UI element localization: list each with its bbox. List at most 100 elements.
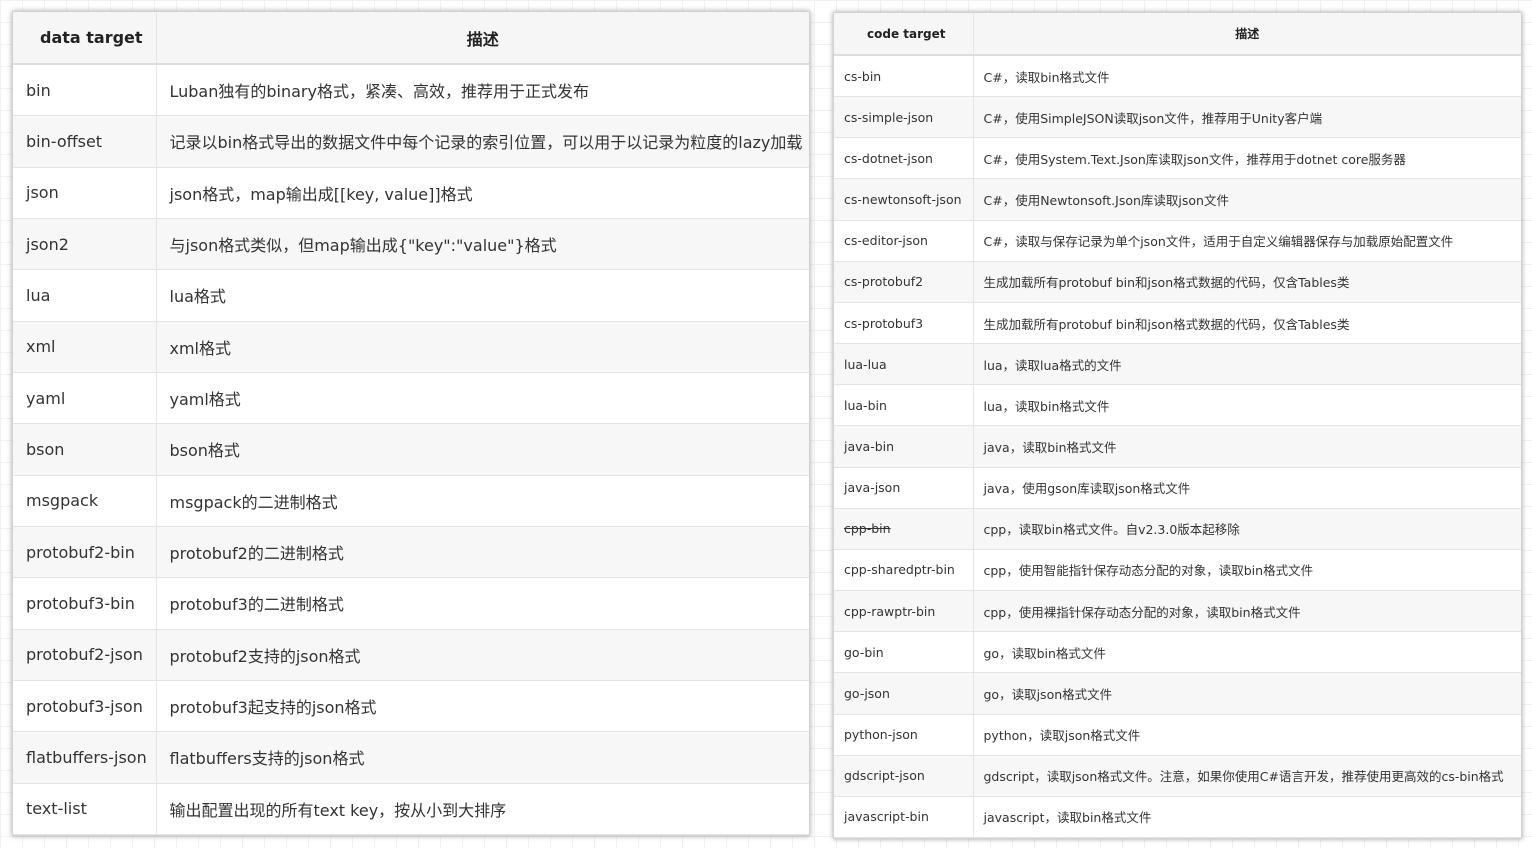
table-row: lua-lua lua，读取lua格式的文件 (834, 343, 1521, 386)
target-name-cell: msgpack (13, 475, 157, 527)
table-row: protobuf2-json protobuf2支持的json格式 (13, 629, 809, 681)
target-desc-cell: 生成加载所有protobuf bin和json格式数据的代码，仅含Tables类 (973, 302, 1521, 345)
target-name-cell: cs-editor-json (834, 220, 974, 262)
target-name-cell: flatbuffers-json (13, 731, 157, 784)
target-desc-cell: gdscript，读取json格式文件。注意，如果你使用C#语言开发，推荐使用更… (973, 755, 1521, 797)
target-name-cell: json2 (13, 218, 157, 271)
target-name-cell: cs-protobuf2 (834, 261, 974, 303)
table-row: msgpack msgpack的二进制格式 (13, 475, 809, 527)
table-row: lua-bin lua，读取bin格式文件 (834, 384, 1521, 427)
target-name-cell: go-bin (834, 631, 974, 674)
table-row: cs-bin C#，读取bin格式文件 (834, 55, 1521, 98)
target-name-cell: java-bin (834, 425, 974, 468)
target-desc-cell: 记录以bin格式导出的数据文件中每个记录的索引位置，可以用于以记录为粒度的laz… (156, 115, 809, 168)
code-target-table: code target 描述 cs-bin C#，读取bin格式文件 cs-simp… (834, 13, 1521, 838)
target-desc-cell: C#，读取bin格式文件 (973, 55, 1521, 98)
table-row: cpp-sharedptr-bin cpp，使用智能指针保存动态分配的对象，读取b… (834, 549, 1521, 592)
target-name-cell: yaml (13, 372, 157, 425)
table-row: json json格式，map输出成[[key, value]]格式 (13, 167, 809, 219)
target-name-cell: xml (13, 321, 157, 373)
target-desc-cell: java，读取bin格式文件 (973, 425, 1521, 468)
target-desc-cell: 与json格式类似，但map输出成{"key":"value"}格式 (156, 218, 809, 271)
column-header-desc: 描述 (973, 13, 1521, 56)
target-desc-cell: C#，使用SimpleJSON读取json文件，推荐用于Unity客户端 (973, 96, 1521, 139)
column-header-desc: 描述 (156, 12, 809, 65)
target-name-cell: bson (13, 423, 157, 476)
target-desc-cell: msgpack的二进制格式 (156, 475, 809, 527)
target-name-cell: lua-bin (834, 384, 974, 427)
target-name-cell: cpp-bin (834, 508, 974, 550)
table-row: cs-protobuf2 生成加载所有protobuf bin和json格式数据的… (834, 261, 1521, 303)
table-row: cs-newtonsoft-json C#，使用Newtonsoft.Json库读… (834, 178, 1521, 221)
table-row: cpp-bin cpp，读取bin格式文件。自v2.3.0版本起移除 (834, 508, 1521, 550)
table-row: flatbuffers-json flatbuffers支持的json格式 (13, 731, 809, 784)
target-name-cell: javascript-bin (834, 796, 974, 838)
table-row: cs-dotnet-json C#，使用System.Text.Json库读取js… (834, 137, 1521, 180)
table-row: protobuf2-bin protobuf2的二进制格式 (13, 526, 809, 579)
target-desc-cell: yaml格式 (156, 372, 809, 425)
table-row: protobuf3-json protobuf3起支持的json格式 (13, 680, 809, 733)
target-desc-cell: xml格式 (156, 321, 809, 373)
table-row: bin Luban独有的binary格式，紧凑、高效，推荐用于正式发布 (13, 64, 809, 117)
table-row: json2 与json格式类似，但map输出成{"key":"value"}格式 (13, 218, 809, 271)
target-desc-cell: cpp，读取bin格式文件。自v2.3.0版本起移除 (973, 508, 1521, 550)
table-row: bson bson格式 (13, 423, 809, 476)
target-name-cell: java-json (834, 467, 974, 509)
table-header-row: data target 描述 (13, 12, 809, 65)
table-row: xml xml格式 (13, 321, 809, 373)
target-desc-cell: cpp，使用裸指针保存动态分配的对象，读取bin格式文件 (973, 590, 1521, 633)
target-name-cell: python-json (834, 714, 974, 756)
target-desc-cell: 输出配置出现的所有text key，按从小到大排序 (156, 783, 809, 835)
table-row: text-list 输出配置出现的所有text key，按从小到大排序 (13, 783, 809, 835)
target-name-cell: gdscript-json (834, 755, 974, 797)
target-name-cell: cpp-sharedptr-bin (834, 549, 974, 592)
target-name-cell: text-list (13, 783, 157, 835)
column-header-name: data target (13, 12, 157, 65)
target-name-cell: protobuf3-json (13, 680, 157, 733)
table-header-row: code target 描述 (834, 13, 1521, 56)
target-desc-cell: go，读取json格式文件 (973, 672, 1521, 715)
data-target-panel: data target 描述 bin Luban独有的binary格式，紧凑、高效… (12, 11, 810, 836)
table-row: yaml yaml格式 (13, 372, 809, 425)
table-row: java-bin java，读取bin格式文件 (834, 425, 1521, 468)
target-desc-cell: json格式，map输出成[[key, value]]格式 (156, 167, 809, 219)
target-name-cell: bin-offset (13, 115, 157, 168)
target-name-cell: json (13, 167, 157, 219)
target-desc-cell: lua，读取lua格式的文件 (973, 343, 1521, 386)
target-desc-cell: cpp，使用智能指针保存动态分配的对象，读取bin格式文件 (973, 549, 1521, 592)
target-name-cell: protobuf2-bin (13, 526, 157, 579)
target-desc-cell: 生成加载所有protobuf bin和json格式数据的代码，仅含Tables类 (973, 261, 1521, 303)
table-row: cs-simple-json C#，使用SimpleJSON读取json文件，推荐… (834, 96, 1521, 139)
table-row: gdscript-json gdscript，读取json格式文件。注意，如果你使… (834, 755, 1521, 797)
target-desc-cell: protobuf2支持的json格式 (156, 629, 809, 681)
target-desc-cell: python，读取json格式文件 (973, 714, 1521, 756)
target-desc-cell: protobuf2的二进制格式 (156, 526, 809, 579)
target-desc-cell: bson格式 (156, 423, 809, 476)
column-header-name: code target (834, 13, 974, 56)
target-name-cell: lua-lua (834, 343, 974, 386)
table-row: cpp-rawptr-bin cpp，使用裸指针保存动态分配的对象，读取bin格式… (834, 590, 1521, 633)
target-name-cell: cs-protobuf3 (834, 302, 974, 345)
target-name-cell: bin (13, 64, 157, 117)
target-desc-cell: C#，读取与保存记录为单个json文件，适用于自定义编辑器保存与加载原始配置文件 (973, 220, 1521, 262)
table-row: cs-protobuf3 生成加载所有protobuf bin和json格式数据的… (834, 302, 1521, 345)
data-target-table: data target 描述 bin Luban独有的binary格式，紧凑、高效… (13, 12, 809, 835)
code-target-panel: code target 描述 cs-bin C#，读取bin格式文件 cs-simp… (833, 12, 1522, 839)
target-desc-cell: Luban独有的binary格式，紧凑、高效，推荐用于正式发布 (156, 64, 809, 117)
table-row: python-json python，读取json格式文件 (834, 714, 1521, 756)
target-desc-cell: C#，使用System.Text.Json库读取json文件，推荐用于dotne… (973, 137, 1521, 180)
table-row: bin-offset 记录以bin格式导出的数据文件中每个记录的索引位置，可以用于… (13, 115, 809, 168)
target-name-cell: lua (13, 269, 157, 322)
target-name-cell: cs-dotnet-json (834, 137, 974, 180)
table-row: protobuf3-bin protobuf3的二进制格式 (13, 577, 809, 630)
target-name-cell: cs-bin (834, 55, 974, 98)
target-name-cell: cs-simple-json (834, 96, 974, 139)
target-name-cell: protobuf3-bin (13, 577, 157, 630)
target-name-cell: cs-newtonsoft-json (834, 178, 974, 221)
target-desc-cell: lua格式 (156, 269, 809, 322)
target-desc-cell: javascript，读取bin格式文件 (973, 796, 1521, 838)
table-row: cs-editor-json C#，读取与保存记录为单个json文件，适用于自定义… (834, 220, 1521, 262)
target-desc-cell: flatbuffers支持的json格式 (156, 731, 809, 784)
target-desc-cell: protobuf3起支持的json格式 (156, 680, 809, 733)
target-desc-cell: C#，使用Newtonsoft.Json库读取json文件 (973, 178, 1521, 221)
